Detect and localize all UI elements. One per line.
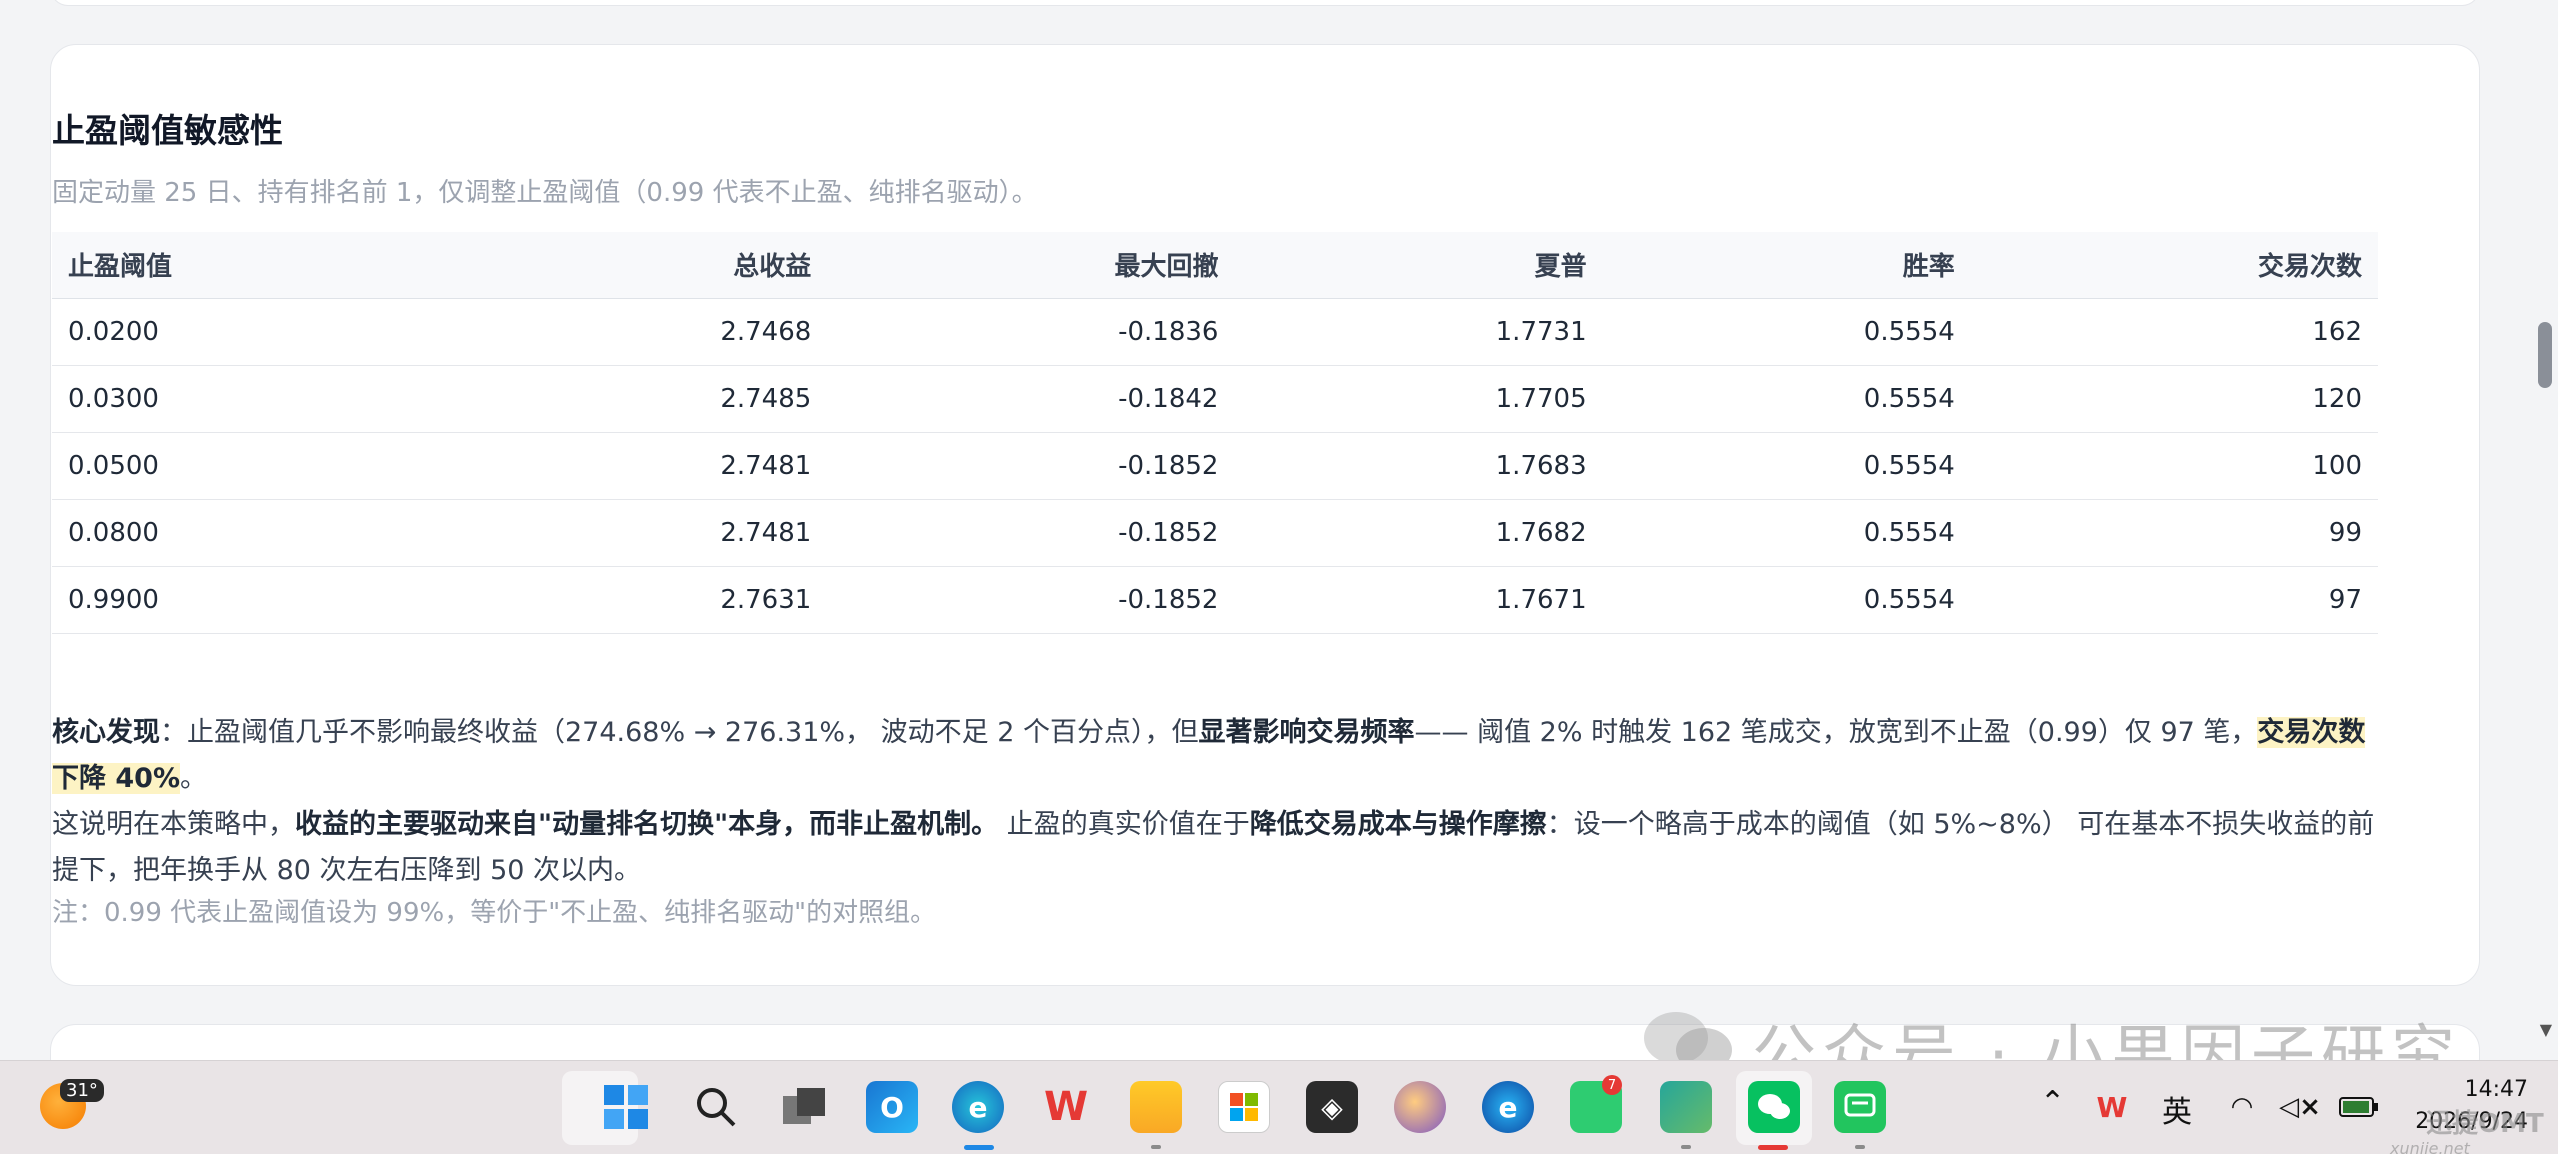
finding-label: 核心发现 [52,717,160,748]
cell-max-drawdown: -0.1836 [827,298,1235,366]
cell-max-drawdown: -0.1852 [827,566,1235,634]
volume-muted-icon[interactable]: ◁× [2279,1087,2321,1127]
cell-sharpe: 1.7683 [1234,432,1603,500]
cell-sharpe: 1.7682 [1234,499,1603,567]
cell-max-drawdown: -0.1852 [827,432,1235,500]
ime-indicator[interactable]: 英 [2162,1087,2192,1131]
notification-badge: 7 [1602,1075,1622,1095]
task-view-icon[interactable] [778,1081,830,1133]
unity-icon[interactable]: ◈ [1306,1081,1358,1133]
header-sharpe: 夏普 [1234,232,1603,299]
cell-trade-count: 162 [1970,298,2378,366]
cell-total-return: 2.7631 [459,566,828,634]
store-icon[interactable] [1218,1081,1270,1133]
header-max-drawdown: 最大回撤 [827,232,1235,299]
table-row: 0.0200 2.7468 -0.1836 1.7731 0.5554 162 [52,298,2378,366]
finding-text: 。 [180,763,208,794]
taskbar: 31° O e W ◈ e 7 ⌃ W 英 ◠ ◁× 14:47 2026/9/… [0,1060,2558,1154]
table-row: 0.0500 2.7481 -0.1852 1.7683 0.5554 100 [52,432,2378,500]
paint-icon[interactable] [1394,1081,1446,1133]
app-store-icon[interactable] [1660,1081,1712,1133]
start-icon[interactable] [600,1081,652,1133]
cell-threshold: 0.0800 [52,499,460,567]
edge-icon[interactable]: e [952,1081,1004,1133]
cell-win-rate: 0.5554 [1602,298,1971,366]
brand-watermark-url: xunjie.net [2390,1139,2470,1154]
wechat-icon[interactable] [1748,1081,1800,1133]
scrollbar[interactable]: ▼ [2532,0,2558,1060]
brand-watermark: 迅捷OMT [2426,1109,2544,1139]
table-row: 0.9900 2.7631 -0.1852 1.7671 0.5554 97 [52,566,2378,634]
scroll-down-arrow-icon[interactable]: ▼ [2540,1020,2552,1039]
active-indicator [964,1145,994,1150]
cell-threshold: 0.0500 [52,432,460,500]
weather-temperature[interactable]: 31° [60,1079,104,1102]
finding-text: 止盈的真实价值在于 [998,809,1250,840]
cell-sharpe: 1.7731 [1234,298,1603,366]
header-threshold: 止盈阈值 [52,232,460,299]
cell-total-return: 2.7481 [459,499,828,567]
outlook-icon[interactable]: O [866,1081,918,1133]
running-indicator [1681,1145,1691,1149]
cell-win-rate: 0.5554 [1602,499,1971,567]
cell-trade-count: 120 [1970,365,2378,433]
file-explorer-icon[interactable] [1130,1081,1182,1133]
cell-win-rate: 0.5554 [1602,566,1971,634]
section-title: 止盈阈值敏感性 [52,111,283,150]
active-indicator [1758,1145,1788,1150]
wechat-watermark-icon [1644,1012,1732,1060]
finding-paragraph-2: 这说明在本策略中，收益的主要驱动来自"动量排名切换"本身，而非止盈机制。 止盈的… [52,802,2382,894]
section-subtitle: 固定动量 25 日、持有排名前 1，仅调整止盈阈值（0.99 代表不止盈、纯排名… [52,178,1038,208]
finding-emphasis: 降低交易成本与操作摩擦 [1249,809,1547,840]
header-total-return: 总收益 [459,232,828,299]
header-trade-count: 交易次数 [1970,232,2378,299]
wifi-icon[interactable]: ◠ [2222,1087,2262,1127]
finding-emphasis: 显著影响交易频率 [1198,717,1415,748]
cell-total-return: 2.7468 [459,298,828,366]
watermark-text: 公众号 · 小果因子研究 [1752,1019,2462,1060]
cell-trade-count: 99 [1970,499,2378,567]
cell-total-return: 2.7485 [459,365,828,433]
cell-win-rate: 0.5554 [1602,365,1971,433]
finding-text: —— 阈值 2% 时触发 162 笔成交，放宽到不止盈（0.99）仅 97 笔， [1414,717,2258,748]
scrollbar-thumb[interactable] [2538,322,2552,388]
cell-threshold: 0.9900 [52,566,460,634]
header-win-rate: 胜率 [1602,232,1971,299]
clock-time[interactable]: 14:47 [2444,1077,2528,1102]
footnote: 注：0.99 代表止盈阈值设为 99%，等价于"不止盈、纯排名驱动"的对照组。 [52,898,937,928]
previous-card [50,0,2480,6]
cell-max-drawdown: -0.1852 [827,499,1235,567]
cell-sharpe: 1.7705 [1234,365,1603,433]
finding-paragraph-1: 核心发现：止盈阈值几乎不影响最终收益（274.68% → 276.31%， 波动… [52,710,2382,802]
table-row: 0.0800 2.7481 -0.1852 1.7682 0.5554 99 [52,499,2378,567]
results-table: 止盈阈值 总收益 最大回撤 夏普 胜率 交易次数 0.0200 2.7468 -… [52,232,2378,634]
finding-text: ：止盈阈值几乎不影响最终收益（274.68% → 276.31%， 波动不足 2… [160,717,1199,748]
messages-icon[interactable] [1834,1081,1886,1133]
cell-trade-count: 97 [1970,566,2378,634]
cell-trade-count: 100 [1970,432,2378,500]
cell-sharpe: 1.7671 [1234,566,1603,634]
finding-text: 这说明在本策略中， [52,809,295,840]
cell-threshold: 0.0300 [52,365,460,433]
cell-max-drawdown: -0.1842 [827,365,1235,433]
wps-tray-icon[interactable]: W [2092,1087,2132,1127]
finding-emphasis: 收益的主要驱动来自"动量排名切换"本身，而非止盈机制。 [295,809,999,840]
wps-icon[interactable]: W [1040,1081,1092,1133]
search-icon[interactable] [690,1081,742,1133]
cell-win-rate: 0.5554 [1602,432,1971,500]
running-indicator [1151,1145,1161,1149]
chevron-up-icon[interactable]: ⌃ [2040,1085,2065,1120]
table-row: 0.0300 2.7485 -0.1842 1.7705 0.5554 120 [52,365,2378,433]
document-page: 止盈阈值敏感性 固定动量 25 日、持有排名前 1，仅调整止盈阈值（0.99 代… [0,0,2558,1060]
running-indicator [1855,1145,1865,1149]
cell-threshold: 0.0200 [52,298,460,366]
cell-total-return: 2.7481 [459,432,828,500]
key-finding: 核心发现：止盈阈值几乎不影响最终收益（274.68% → 276.31%， 波动… [52,710,2382,894]
edge-ai-icon[interactable]: e [1482,1081,1534,1133]
table-header-row: 止盈阈值 总收益 最大回撤 夏普 胜率 交易次数 [52,232,2378,299]
battery-charging-icon[interactable] [2336,1087,2382,1127]
